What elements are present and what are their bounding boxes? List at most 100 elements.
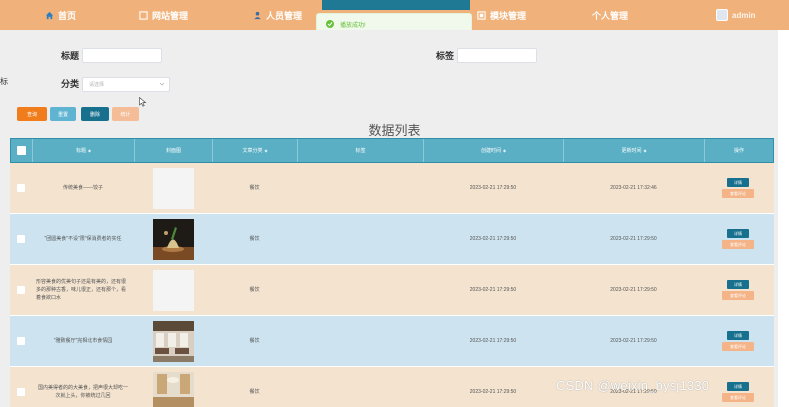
avatar xyxy=(716,9,728,21)
chevron-down-icon xyxy=(159,81,165,89)
row-title: 传统美食——饺子 xyxy=(62,185,103,191)
cover-image xyxy=(152,320,194,362)
sort-icon: ◆ xyxy=(264,148,268,153)
data-table: 标题 ◆ 封面图 文章分类 ◆ 标签 创建时间 ◆ 更新时间 ◆ 操作 传统美食——饺子… xyxy=(10,138,774,407)
row-category: 餐饮 xyxy=(249,287,260,293)
admin-user-menu[interactable]: admin xyxy=(716,0,756,30)
user-icon xyxy=(252,10,262,20)
row-select-cell xyxy=(10,163,32,213)
row-tag xyxy=(297,163,423,213)
cover-image xyxy=(152,269,194,311)
column-header-created[interactable]: 创建时间 ◆ xyxy=(424,139,564,162)
grid-icon xyxy=(138,10,148,20)
table-row: "雅致餐厅"完相北市食情园 餐饮 2023-02-21 17:29:50 202… xyxy=(10,316,774,367)
select-all-checkbox[interactable] xyxy=(17,146,26,155)
row-created: 2023-02-21 17:29:50 xyxy=(469,236,517,242)
module-icon xyxy=(476,10,486,20)
column-header-updated[interactable]: 更新时间 ◆ xyxy=(564,139,705,162)
clipped-label: 标 xyxy=(0,77,8,86)
query-button[interactable]: 查询 xyxy=(17,107,47,121)
nav-home-label: 首页 xyxy=(58,10,77,21)
view-comments-button[interactable]: 查看评论 xyxy=(722,291,754,300)
row-checkbox[interactable] xyxy=(17,184,25,192)
nav-people-management[interactable]: 人员管理 xyxy=(252,0,302,30)
column-header-actions: 操作 xyxy=(705,139,773,162)
tag-input[interactable] xyxy=(457,48,537,63)
sort-icon: ◆ xyxy=(87,148,92,153)
reset-button[interactable]: 重置 xyxy=(50,107,76,121)
right-gutter xyxy=(778,30,789,407)
cover-image xyxy=(152,371,194,407)
table-row: 形容美食的优美句子还是有美的，还有很多的那种古香，味儿很正，还有那个，看着食欲口… xyxy=(10,265,774,316)
column-category-label: 文章分类 xyxy=(242,148,263,154)
table-row: "团圆美食"不设"限"保消费者的实任 餐饮 2023-02-21 17:29:5… xyxy=(10,214,774,265)
row-select-cell xyxy=(10,214,32,264)
column-title-label: 标题 xyxy=(75,148,86,154)
admin-name: admin xyxy=(732,10,756,20)
row-cover-cell xyxy=(134,265,212,315)
view-comments-button[interactable]: 查看评论 xyxy=(722,342,754,351)
cover-image xyxy=(152,167,194,209)
column-actions-label: 操作 xyxy=(733,148,744,154)
row-tag xyxy=(297,214,423,264)
row-title: "雅致餐厅"完相北市食情园 xyxy=(53,338,113,344)
nav-home[interactable]: 首页 xyxy=(44,0,76,30)
nav-personal-label: 个人管理 xyxy=(592,10,629,21)
row-select-cell xyxy=(10,316,32,366)
row-title: 国内美得者的的大美食，把声很大却吃一次就上头，你被统过几回 xyxy=(37,385,128,399)
title-input[interactable] xyxy=(82,48,162,63)
row-cover-cell xyxy=(134,316,212,366)
view-comments-button[interactable]: 查看评论 xyxy=(722,189,754,198)
nav-people-label: 人员管理 xyxy=(266,10,303,21)
detail-button[interactable]: 详情 xyxy=(727,331,749,340)
stats-button[interactable]: 统计 xyxy=(112,107,139,121)
row-checkbox[interactable] xyxy=(17,388,25,396)
column-header-cover: 封面图 xyxy=(135,139,213,162)
row-category: 餐饮 xyxy=(249,389,260,395)
row-tag xyxy=(297,367,423,407)
column-header-tag: 标签 xyxy=(298,139,424,162)
row-actions: 详情 查看评论 xyxy=(704,265,772,315)
nav-module-management[interactable]: 模块管理 xyxy=(476,0,526,30)
row-checkbox[interactable] xyxy=(17,337,25,345)
view-comments-button[interactable]: 查看评论 xyxy=(722,240,754,249)
row-cover-cell xyxy=(134,214,212,264)
row-category: 餐饮 xyxy=(249,236,260,242)
mouse-cursor-icon xyxy=(139,97,147,107)
column-header-title[interactable]: 标题 ◆ xyxy=(33,139,135,162)
column-created-label: 创建时间 xyxy=(480,148,501,154)
row-select-cell xyxy=(10,367,32,407)
table-row: 传统美食——饺子 餐饮 2023-02-21 17:29:50 2023-02-… xyxy=(10,163,774,214)
row-title: 形容美食的优美句子还是有美的，还有很多的那种古香，味儿很正，还有那个，看着食欲口… xyxy=(36,279,127,301)
row-created: 2023-02-21 17:29:50 xyxy=(469,287,517,293)
row-updated: 2023-02-21 17:32:46 xyxy=(610,185,657,191)
row-tag xyxy=(297,265,423,315)
delete-button[interactable]: 删除 xyxy=(81,107,109,121)
toast-message: 播放成功! xyxy=(340,22,366,29)
list-title: 数据列表 xyxy=(368,123,421,138)
detail-button[interactable]: 详情 xyxy=(727,178,749,187)
detail-button[interactable]: 详情 xyxy=(727,382,749,391)
detail-button[interactable]: 详情 xyxy=(727,229,749,238)
row-checkbox[interactable] xyxy=(17,286,25,294)
row-actions: 详情 查看评论 xyxy=(704,367,772,407)
cover-image xyxy=(152,218,194,260)
column-header-category[interactable]: 文章分类 ◆ xyxy=(213,139,298,162)
category-select[interactable]: 请选择 xyxy=(82,77,170,92)
column-cover-label: 封面图 xyxy=(165,148,181,154)
title-label: 标题 xyxy=(61,51,80,61)
row-tag xyxy=(297,316,423,366)
row-updated: 2023-02-21 17:29:50 xyxy=(610,287,657,293)
nav-site-label: 网站管理 xyxy=(152,10,189,21)
row-updated: 2023-02-21 17:29:50 xyxy=(610,236,657,242)
header-accent-strip xyxy=(322,0,470,10)
table-header: 标题 ◆ 封面图 文章分类 ◆ 标签 创建时间 ◆ 更新时间 ◆ 操作 xyxy=(10,138,774,163)
nav-module-label: 模块管理 xyxy=(490,10,527,21)
view-comments-button[interactable]: 查看评论 xyxy=(722,393,754,402)
nav-site-management[interactable]: 网站管理 xyxy=(138,0,188,30)
nav-personal-management[interactable]: 个人管理 xyxy=(592,0,628,30)
row-title: "团圆美食"不设"限"保消费者的实任 xyxy=(44,236,122,242)
row-checkbox[interactable] xyxy=(17,235,25,243)
detail-button[interactable]: 详情 xyxy=(727,280,749,289)
select-all-cell xyxy=(11,139,33,162)
